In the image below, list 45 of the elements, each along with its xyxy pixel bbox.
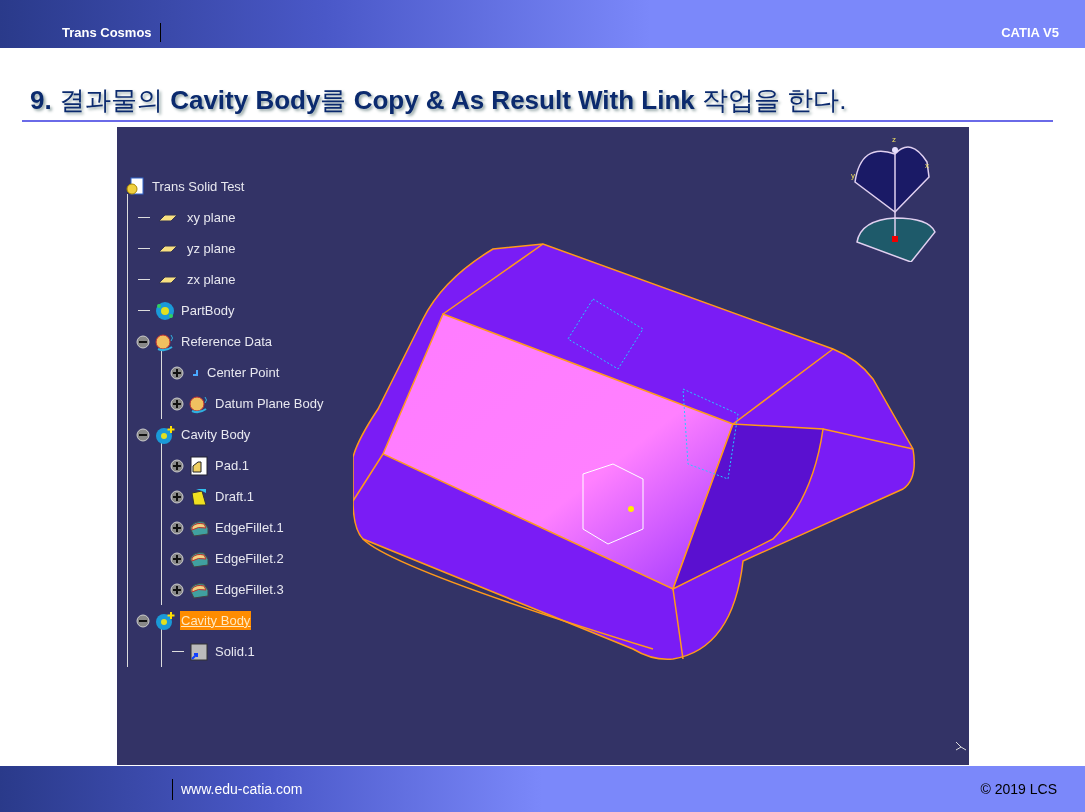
tree-item[interactable]: Solid.1 bbox=[214, 641, 256, 662]
tree-item[interactable]: EdgeFillet.2 bbox=[214, 548, 285, 569]
body-icon bbox=[154, 424, 176, 445]
reference-data-icon bbox=[154, 331, 176, 352]
tree-item[interactable]: yz plane bbox=[186, 238, 237, 259]
tree-item[interactable]: Cavity Body bbox=[180, 424, 252, 445]
body-icon bbox=[154, 300, 176, 321]
tree-item[interactable]: zx plane bbox=[186, 269, 237, 290]
plane-icon bbox=[158, 213, 178, 222]
body-icon bbox=[154, 610, 176, 631]
collapse-icon[interactable] bbox=[136, 613, 150, 628]
collapse-icon[interactable] bbox=[136, 334, 150, 349]
tree-item[interactable]: EdgeFillet.3 bbox=[214, 579, 285, 600]
point-icon bbox=[192, 369, 198, 376]
tree-item[interactable]: Reference Data bbox=[180, 331, 274, 352]
tree-item[interactable]: Pad.1 bbox=[214, 455, 250, 476]
pad-icon bbox=[188, 455, 210, 476]
tree-item[interactable]: xy plane bbox=[186, 207, 237, 228]
expand-icon[interactable] bbox=[170, 489, 184, 504]
axis-icon bbox=[955, 741, 967, 751]
website-url: www.edu-catia.com bbox=[172, 778, 303, 800]
tree-item[interactable]: EdgeFillet.1 bbox=[214, 517, 285, 538]
plane-icon bbox=[158, 275, 178, 284]
collapse-icon[interactable] bbox=[136, 427, 150, 442]
tree-item[interactable]: Center Point bbox=[206, 362, 281, 383]
expand-icon[interactable] bbox=[170, 365, 184, 380]
slide-title: 9. 결과물의 Cavity Body를 Copy & As Result With Link 작업을 한다. bbox=[30, 84, 848, 116]
tree-item[interactable]: Trans Solid Test bbox=[151, 176, 246, 197]
copyright-text: © 2019 LCS bbox=[980, 779, 1057, 799]
tree-item[interactable]: Draft.1 bbox=[214, 486, 255, 507]
plane-icon bbox=[158, 244, 178, 253]
solid-icon bbox=[188, 641, 210, 662]
header-brand: Trans Cosmos bbox=[62, 22, 161, 42]
reference-data-icon bbox=[188, 393, 210, 414]
tree-item[interactable]: Datum Plane Body bbox=[214, 393, 325, 414]
expand-icon[interactable] bbox=[170, 551, 184, 566]
header-product: CATIA V5 bbox=[1001, 23, 1059, 42]
expand-icon[interactable] bbox=[170, 582, 184, 597]
expand-icon[interactable] bbox=[170, 396, 184, 411]
expand-icon[interactable] bbox=[170, 458, 184, 473]
draft-icon bbox=[188, 486, 210, 507]
expand-icon[interactable] bbox=[170, 520, 184, 535]
part-icon bbox=[125, 176, 147, 197]
compass-drawing: z y x bbox=[851, 132, 937, 262]
tree-item[interactable]: PartBody bbox=[180, 300, 236, 321]
